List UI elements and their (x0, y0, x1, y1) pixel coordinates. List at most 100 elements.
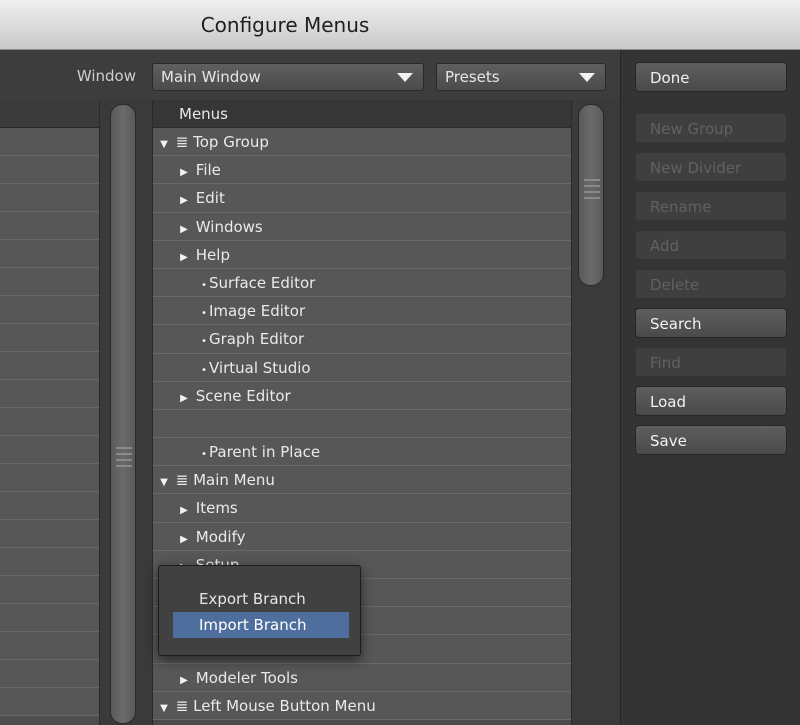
menu-tree-row[interactable]: ▶ Modify (153, 522, 571, 554)
command-list-row[interactable] (0, 464, 99, 492)
menu-tree-row[interactable]: ▶ File (153, 156, 571, 187)
group-list-icon: ≣ (171, 696, 194, 715)
menu-tree-row[interactable]: • Virtual Studio (153, 353, 571, 382)
collapsed-arrow-icon[interactable]: ▶ (177, 187, 191, 215)
menu-item-label: Edit (195, 189, 225, 208)
command-list-header (0, 100, 99, 128)
command-list-row[interactable] (0, 436, 99, 464)
menu-tree-row[interactable]: ▼ ≣ Left Mouse Button Menu (153, 691, 571, 723)
command-list-row[interactable] (0, 604, 99, 632)
collapsed-arrow-icon[interactable]: ▶ (177, 385, 191, 413)
command-list-row[interactable] (0, 576, 99, 604)
presets-select[interactable]: Presets (436, 63, 606, 91)
done-button[interactable]: Done (635, 62, 787, 92)
menu-tree-row[interactable]: • Image Editor (153, 297, 571, 326)
rename-button[interactable]: Rename (635, 191, 787, 221)
command-list-row[interactable] (0, 520, 99, 548)
menus-scrollbar[interactable] (576, 100, 606, 725)
window-select-value: Main Window (161, 68, 261, 86)
menu-tree-row[interactable]: ▶ Help (153, 240, 571, 272)
bullet-icon: • (201, 336, 207, 348)
collapsed-arrow-icon[interactable]: ▶ (177, 497, 191, 525)
menu-item-label: Items (195, 499, 238, 518)
export-branch-item[interactable]: Export Branch (173, 586, 349, 612)
title-bar: Configure Menus (0, 0, 800, 50)
command-list-row[interactable] (0, 156, 99, 184)
load-button[interactable]: Load (635, 386, 787, 416)
command-list-row[interactable] (0, 324, 99, 352)
collapsed-arrow-icon[interactable]: ▶ (177, 216, 191, 244)
search-button[interactable]: Search (635, 308, 787, 338)
new-divider-button[interactable]: New Divider (635, 152, 787, 182)
import-branch-item[interactable]: Import Branch (173, 612, 349, 638)
command-list-row[interactable] (0, 632, 99, 660)
command-list-row[interactable] (0, 240, 99, 268)
menu-item-label: Windows (195, 217, 263, 236)
grip-icon (584, 179, 600, 203)
command-list-scroll-thumb[interactable] (110, 104, 136, 724)
command-list-rows (0, 128, 99, 716)
actions-panel: Done New Group New Divider Rename Add Delete S… (620, 50, 800, 725)
group-list-icon: ≣ (171, 471, 194, 490)
context-menu: Export Branch Import Branch (158, 565, 361, 656)
collapsed-arrow-icon[interactable]: ▶ (177, 159, 191, 187)
menu-tree-row[interactable]: ▼ ≣ Top Group (153, 128, 571, 159)
chevron-down-icon (397, 73, 413, 82)
menu-item-label: File (195, 161, 221, 180)
menu-tree-row[interactable]: • Surface Editor (153, 268, 571, 298)
find-button[interactable]: Find (635, 347, 787, 377)
menu-item-label: Left Mouse Button Menu (193, 696, 376, 715)
menu-tree-row[interactable]: ▶ Scene Editor (153, 381, 571, 413)
command-list-row[interactable] (0, 492, 99, 520)
command-list-row[interactable] (0, 184, 99, 212)
command-list-row[interactable] (0, 380, 99, 408)
chevron-down-icon (579, 73, 595, 82)
new-group-button[interactable]: New Group (635, 113, 787, 143)
command-list-row[interactable] (0, 688, 99, 716)
bullet-icon: • (201, 449, 207, 461)
menu-item-label: Surface Editor (209, 273, 316, 292)
menu-tree-row[interactable]: ▶ Items (153, 494, 571, 525)
menu-item-label: Help (195, 245, 230, 264)
expand-triangle-icon[interactable]: ▼ (157, 469, 171, 497)
menu-tree-row[interactable]: ▼ ≣ Main Menu (153, 466, 571, 497)
menu-tree-row[interactable]: • Graph Editor (153, 325, 571, 354)
window-label: Window (76, 67, 136, 85)
menus-header: Menus (153, 100, 571, 128)
menu-tree-row[interactable]: ▶ Edit (153, 184, 571, 215)
command-list-row[interactable] (0, 660, 99, 688)
command-list-row[interactable] (0, 128, 99, 156)
command-list-row[interactable] (0, 296, 99, 324)
save-button[interactable]: Save (635, 425, 787, 455)
menus-scroll-thumb[interactable] (578, 104, 604, 286)
menu-item-label: Virtual Studio (209, 358, 311, 377)
menu-tree-row[interactable]: ▶ Windows (153, 212, 571, 244)
expand-triangle-icon[interactable]: ▼ (157, 131, 171, 159)
presets-select-value: Presets (445, 68, 500, 86)
window-title-wrap: Configure Menus (0, 0, 570, 50)
menu-item-label: Modify (195, 527, 246, 546)
collapsed-arrow-icon[interactable]: ▶ (177, 667, 191, 695)
menu-item-label: Top Group (193, 133, 269, 151)
command-list-scrollbar[interactable] (108, 100, 138, 725)
command-list-row[interactable] (0, 212, 99, 240)
menu-tree-row[interactable] (153, 409, 571, 439)
bullet-icon: • (201, 364, 207, 376)
delete-button[interactable]: Delete (635, 269, 787, 299)
window-title: Configure Menus (200, 13, 370, 37)
expand-triangle-icon[interactable]: ▼ (157, 695, 171, 723)
menu-tree-row[interactable]: ▶ Modeler Tools (153, 663, 571, 695)
command-list[interactable] (0, 100, 100, 725)
bullet-icon: • (201, 279, 207, 291)
command-list-row[interactable] (0, 268, 99, 296)
command-list-row[interactable] (0, 408, 99, 436)
menu-item-label: Image Editor (209, 302, 306, 321)
collapsed-arrow-icon[interactable]: ▶ (177, 244, 191, 272)
command-list-row[interactable] (0, 352, 99, 380)
menu-tree-row[interactable]: • Parent in Place (153, 438, 571, 467)
window-select[interactable]: Main Window (152, 63, 424, 91)
menu-item-label: Parent in Place (209, 443, 321, 462)
add-button[interactable]: Add (635, 230, 787, 260)
collapsed-arrow-icon[interactable]: ▶ (177, 526, 191, 554)
command-list-row[interactable] (0, 548, 99, 576)
